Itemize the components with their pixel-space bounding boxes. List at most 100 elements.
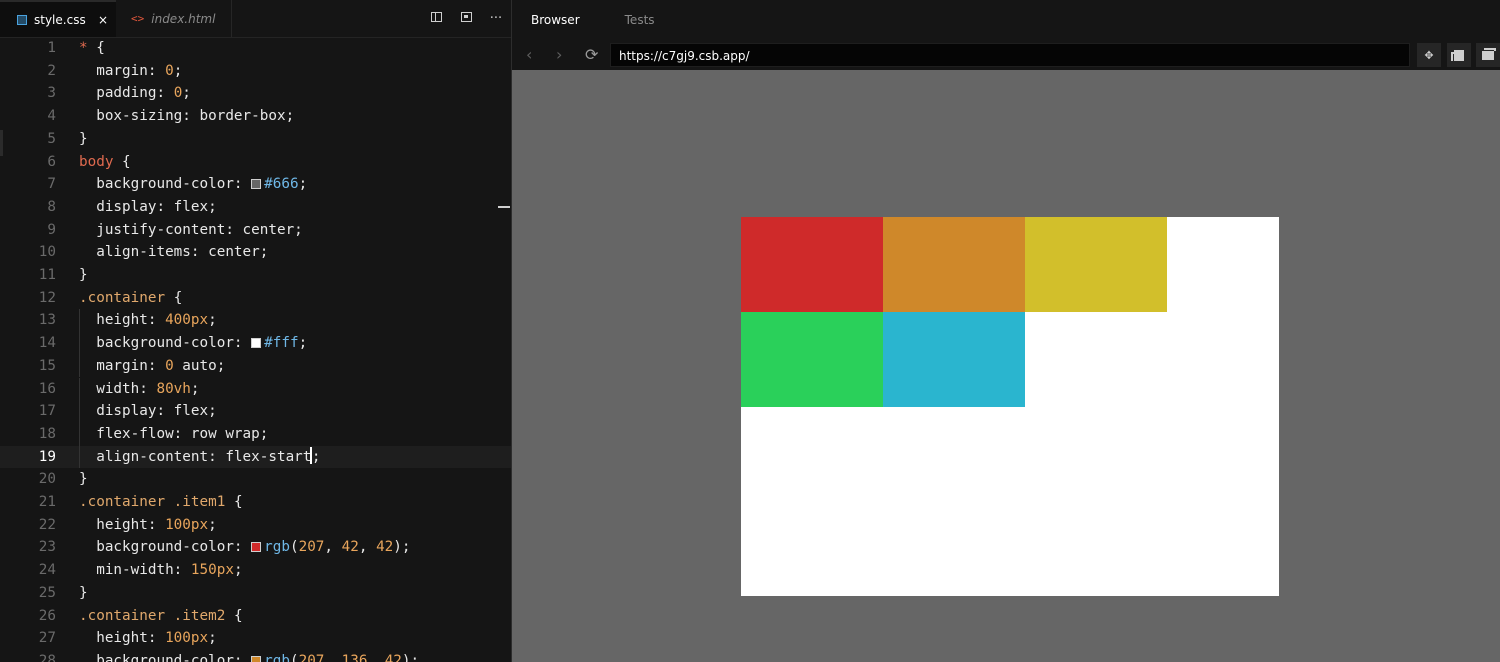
line-number: 21 (38, 494, 56, 510)
code-line[interactable]: 24 min-width: 150px; (0, 559, 511, 582)
line-number: 15 (38, 357, 56, 374)
line-number: 24 (38, 562, 56, 579)
code-text: body { (79, 153, 131, 170)
move-icon: ✥ (1424, 48, 1434, 62)
code-line[interactable]: 22 height: 100px; (0, 514, 511, 537)
code-editor[interactable]: style.css × <> index.html ··· 1 * {2 marg… (0, 0, 511, 662)
tab-index-html[interactable]: <> index.html (117, 0, 232, 37)
url-input[interactable]: https://c7gj9.csb.app/ (610, 43, 1410, 67)
code-text: display: flex; (79, 403, 217, 420)
code-line[interactable]: 8 display: flex; (0, 196, 511, 219)
code-line[interactable]: 27 height: 100px; (0, 627, 511, 650)
line-number: 2 (47, 62, 56, 79)
reload-icon[interactable]: ⟳ (585, 40, 598, 70)
code-area[interactable]: 1 * {2 margin: 0; 3 padding: 0; 4 box-sizin… (0, 37, 511, 662)
code-line[interactable]: 6 body { (0, 151, 511, 174)
code-text: width: 80vh; (79, 380, 200, 397)
preview-pane: Browser Tests ‹ › ⟳ https://c7gj9.csb.ap… (512, 0, 1500, 662)
code-text: .container { (79, 289, 183, 306)
back-icon[interactable]: ‹ (526, 40, 532, 70)
code-line[interactable]: 9 justify-content: center; (0, 219, 511, 242)
code-text: } (79, 267, 88, 283)
tab-style-css[interactable]: style.css × (0, 0, 116, 37)
html-file-icon: <> (131, 12, 145, 25)
code-line[interactable]: 3 padding: 0; (0, 82, 511, 105)
line-number: 18 (38, 425, 56, 442)
code-line[interactable]: 1 * { (0, 37, 511, 60)
line-number: 13 (38, 312, 56, 329)
line-number: 14 (38, 335, 56, 352)
responsive-view-button[interactable]: ✥ (1417, 43, 1441, 67)
tab-browser[interactable]: Browser (531, 13, 580, 27)
code-text: } (79, 130, 88, 147)
more-icon: ··· (489, 11, 503, 26)
line-number: 3 (47, 85, 56, 102)
code-text: padding: 0; (79, 85, 191, 102)
code-line[interactable]: 4 box-sizing: border-box; (0, 105, 511, 128)
tab-label: index.html (151, 11, 216, 26)
open-preview-button[interactable] (451, 11, 481, 26)
tab-tests[interactable]: Tests (625, 13, 655, 27)
code-line[interactable]: 18 flex-flow: row wrap; (0, 422, 511, 446)
code-text: display: flex; (79, 198, 217, 215)
code-text: align-content: flex-start; (79, 446, 321, 465)
code-line[interactable]: 15 margin: 0 auto; (0, 354, 511, 378)
open-window-button[interactable] (1476, 43, 1500, 67)
code-text: margin: 0 auto; (79, 357, 226, 374)
code-text: .container .item1 { (79, 494, 243, 510)
code-line[interactable]: 25} (0, 582, 511, 605)
line-number: 28 (38, 652, 56, 662)
flex-item5 (883, 312, 1025, 407)
code-line[interactable]: 14 background-color: #fff; (0, 332, 511, 355)
code-line[interactable]: 2 margin: 0; (0, 60, 511, 83)
code-text: box-sizing: border-box; (79, 108, 295, 125)
line-number: 23 (38, 539, 56, 556)
code-line[interactable]: 7 background-color: #666; (0, 173, 511, 196)
line-number: 20 (38, 471, 56, 488)
split-editor-icon (430, 12, 442, 22)
split-editor-button[interactable] (421, 11, 451, 26)
code-line[interactable]: 26 .container .item2 { (0, 605, 511, 628)
line-number: 6 (47, 153, 56, 170)
preview-tab-bar: Browser Tests (512, 0, 1500, 40)
code-line[interactable]: 28 background-color: rgb(207, 136, 42); (0, 650, 511, 662)
line-number: 25 (38, 584, 56, 601)
line-number: 19 (38, 448, 56, 465)
line-number: 10 (38, 244, 56, 261)
forward-icon[interactable]: › (556, 40, 562, 70)
address-bar: ‹ › ⟳ https://c7gj9.csb.app/ ✥ (512, 40, 1500, 70)
line-number: 9 (47, 221, 56, 238)
line-number: 27 (38, 630, 56, 647)
css-file-icon (17, 14, 27, 25)
line-number: 7 (47, 176, 56, 193)
flex-item1 (741, 217, 883, 312)
code-line[interactable]: 17 display: flex; (0, 400, 511, 423)
code-line[interactable]: 5} (0, 128, 511, 151)
code-line[interactable]: 13 height: 400px; (0, 309, 511, 333)
line-number: 16 (38, 380, 56, 397)
editor-tab-bar: style.css × <> index.html ··· (0, 0, 511, 38)
copy-icon (1451, 49, 1464, 61)
code-text: } (79, 584, 88, 601)
close-icon[interactable]: × (98, 13, 108, 27)
code-line[interactable]: 20} (0, 468, 511, 491)
copy-button[interactable] (1447, 43, 1471, 67)
code-line[interactable]: 12 .container { (0, 287, 511, 310)
more-actions-button[interactable]: ··· (481, 11, 511, 26)
overview-ruler-mark (498, 206, 510, 208)
code-line[interactable]: 21 .container .item1 { (0, 491, 511, 514)
code-text: height: 400px; (79, 312, 217, 329)
line-number: 8 (47, 198, 56, 215)
line-number: 26 (38, 607, 56, 624)
code-text: background-color: #666; (79, 176, 308, 193)
code-line[interactable]: 16 width: 80vh; (0, 377, 511, 401)
code-line[interactable]: 10 align-items: center; (0, 241, 511, 264)
code-line[interactable]: 19 align-content: flex-start; (0, 445, 511, 469)
code-text: background-color: #fff; (79, 335, 308, 352)
code-line[interactable]: 11} (0, 264, 511, 287)
line-number: 1 (47, 40, 56, 56)
line-number: 4 (47, 108, 56, 125)
preview-viewport (512, 70, 1500, 662)
line-number: 12 (38, 289, 56, 306)
code-line[interactable]: 23 background-color: rgb(207, 42, 42); (0, 536, 511, 559)
